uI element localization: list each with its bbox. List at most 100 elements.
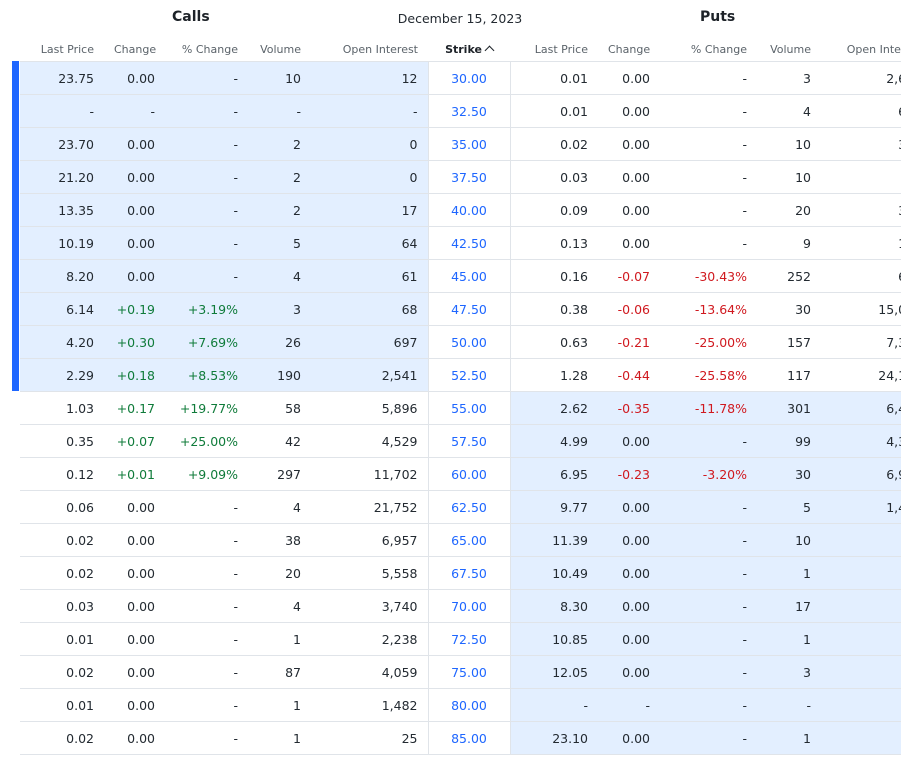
strike-link[interactable]: 55.00 <box>427 391 511 425</box>
put-change-cell: 0.00 <box>598 94 660 128</box>
call-open-interest-cell: 697 <box>311 325 428 359</box>
put-volume-cell: 1 <box>757 622 821 656</box>
col-header-call-volume[interactable]: Volume <box>248 38 311 62</box>
strike-link[interactable]: 30.00 <box>427 61 511 95</box>
call-volume-cell: 42 <box>248 424 311 458</box>
put-volume-cell: 4 <box>757 94 821 128</box>
strike-link[interactable]: 35.00 <box>427 127 511 161</box>
strike-link[interactable]: 72.50 <box>427 622 511 656</box>
col-header-put-volume[interactable]: Volume <box>757 38 821 62</box>
put-change-cell: -0.21 <box>598 325 660 359</box>
put-last-price-cell: 0.38 <box>510 292 598 326</box>
strike-link[interactable]: 42.50 <box>427 226 511 260</box>
strike-link[interactable]: 75.00 <box>427 655 511 689</box>
col-header-put-open-interest[interactable]: Open Interest <box>821 38 901 62</box>
call-percent-change-cell: - <box>165 226 248 260</box>
put-open-interest-cell: 627 <box>821 94 901 128</box>
table-row: 0.12 +0.01 +9.09% 297 11,702 60.00 6.95 -0.23 -3… <box>20 457 901 491</box>
call-change-cell: 0.00 <box>104 127 165 161</box>
put-percent-change-cell: - <box>660 61 757 95</box>
call-volume-cell: 1 <box>248 622 311 656</box>
strike-link[interactable]: 37.50 <box>427 160 511 194</box>
call-open-interest-cell: 25 <box>311 721 428 755</box>
call-change-cell: 0.00 <box>104 226 165 260</box>
strike-link[interactable]: 50.00 <box>427 325 511 359</box>
strike-link[interactable]: 65.00 <box>427 523 511 557</box>
call-change-cell: 0.00 <box>104 721 165 755</box>
col-header-put-change[interactable]: Change <box>598 38 660 62</box>
call-open-interest-cell: 61 <box>311 259 428 293</box>
strike-link[interactable]: 60.00 <box>427 457 511 491</box>
strike-link[interactable]: 32.50 <box>427 94 511 128</box>
put-change-cell: 0.00 <box>598 556 660 590</box>
put-percent-change-cell: -25.00% <box>660 325 757 359</box>
call-percent-change-cell: - <box>165 556 248 590</box>
put-open-interest-cell: 320 <box>821 193 901 227</box>
call-volume-cell: 2 <box>248 193 311 227</box>
col-header-call-last-price[interactable]: Last Price <box>20 38 104 62</box>
col-header-call-percent-change[interactable]: % Change <box>165 38 248 62</box>
call-open-interest-cell: 0 <box>311 127 428 161</box>
table-row: 0.020.00-205,55867.5010.490.00-10 <box>20 556 901 590</box>
call-last-price-cell: 0.35 <box>20 424 104 458</box>
put-volume-cell: 157 <box>757 325 821 359</box>
put-change-cell: 0.00 <box>598 160 660 194</box>
strike-link[interactable]: 62.50 <box>427 490 511 524</box>
call-percent-change-cell: +19.77% <box>165 391 248 425</box>
put-last-price-cell: 0.01 <box>510 61 598 95</box>
put-change-cell: 0.00 <box>598 523 660 557</box>
call-open-interest-cell: 0 <box>311 160 428 194</box>
put-last-price-cell: 0.13 <box>510 226 598 260</box>
put-percent-change-cell: - <box>660 589 757 623</box>
put-last-price-cell: 11.39 <box>510 523 598 557</box>
call-last-price-cell: 23.75 <box>20 61 104 95</box>
put-change-cell: 0.00 <box>598 655 660 689</box>
strike-link[interactable]: 47.50 <box>427 292 511 326</box>
call-volume-cell: 5 <box>248 226 311 260</box>
strike-link[interactable]: 45.00 <box>427 259 511 293</box>
put-open-interest-cell: 93 <box>821 160 901 194</box>
put-open-interest-cell: 7,338 <box>821 325 901 359</box>
put-percent-change-cell: - <box>660 622 757 656</box>
call-change-cell: +0.01 <box>104 457 165 491</box>
col-header-put-last-price[interactable]: Last Price <box>510 38 598 62</box>
strike-link[interactable]: 70.00 <box>427 589 511 623</box>
strike-link[interactable]: 85.00 <box>427 721 511 755</box>
strike-link[interactable]: 40.00 <box>427 193 511 227</box>
call-percent-change-cell: +7.69% <box>165 325 248 359</box>
put-percent-change-cell: - <box>660 160 757 194</box>
chevron-up-icon <box>484 45 495 56</box>
column-header-row: Last Price Change % Change Volume Open I… <box>20 38 901 62</box>
table-row: 0.060.00-421,75262.509.770.00-51,492 <box>20 490 901 524</box>
put-open-interest-cell: 0 <box>821 721 901 755</box>
col-header-call-change[interactable]: Change <box>104 38 165 62</box>
call-percent-change-cell: - <box>165 490 248 524</box>
put-last-price-cell: 10.49 <box>510 556 598 590</box>
strike-link[interactable]: 52.50 <box>427 358 511 392</box>
put-last-price-cell: 10.85 <box>510 622 598 656</box>
col-header-strike[interactable]: Strike <box>428 38 510 62</box>
strike-link[interactable]: 80.00 <box>427 688 511 722</box>
col-header-call-open-interest[interactable]: Open Interest <box>311 38 428 62</box>
col-header-put-percent-change[interactable]: % Change <box>660 38 757 62</box>
call-change-cell: 0.00 <box>104 160 165 194</box>
call-last-price-cell: 0.12 <box>20 457 104 491</box>
put-volume-cell: 117 <box>757 358 821 392</box>
put-volume-cell: 9 <box>757 226 821 260</box>
put-open-interest-cell: 354 <box>821 127 901 161</box>
strike-link[interactable]: 67.50 <box>427 556 511 590</box>
strike-link[interactable]: 57.50 <box>427 424 511 458</box>
call-volume-cell: 20 <box>248 556 311 590</box>
put-open-interest-cell: 4,398 <box>821 424 901 458</box>
call-change-cell: 0.00 <box>104 61 165 95</box>
table-row: 1.03 +0.17 +19.77% 58 5,896 55.00 2.62 -0.35 -11… <box>20 391 901 425</box>
put-change-cell: - <box>598 688 660 722</box>
put-volume-cell: 17 <box>757 589 821 623</box>
call-volume-cell: 3 <box>248 292 311 326</box>
put-open-interest-cell: 30 <box>821 523 901 557</box>
put-last-price-cell: 0.02 <box>510 127 598 161</box>
put-last-price-cell: 0.03 <box>510 160 598 194</box>
call-open-interest-cell: 3,740 <box>311 589 428 623</box>
put-open-interest-cell: 2,666 <box>821 61 901 95</box>
call-open-interest-cell: 68 <box>311 292 428 326</box>
